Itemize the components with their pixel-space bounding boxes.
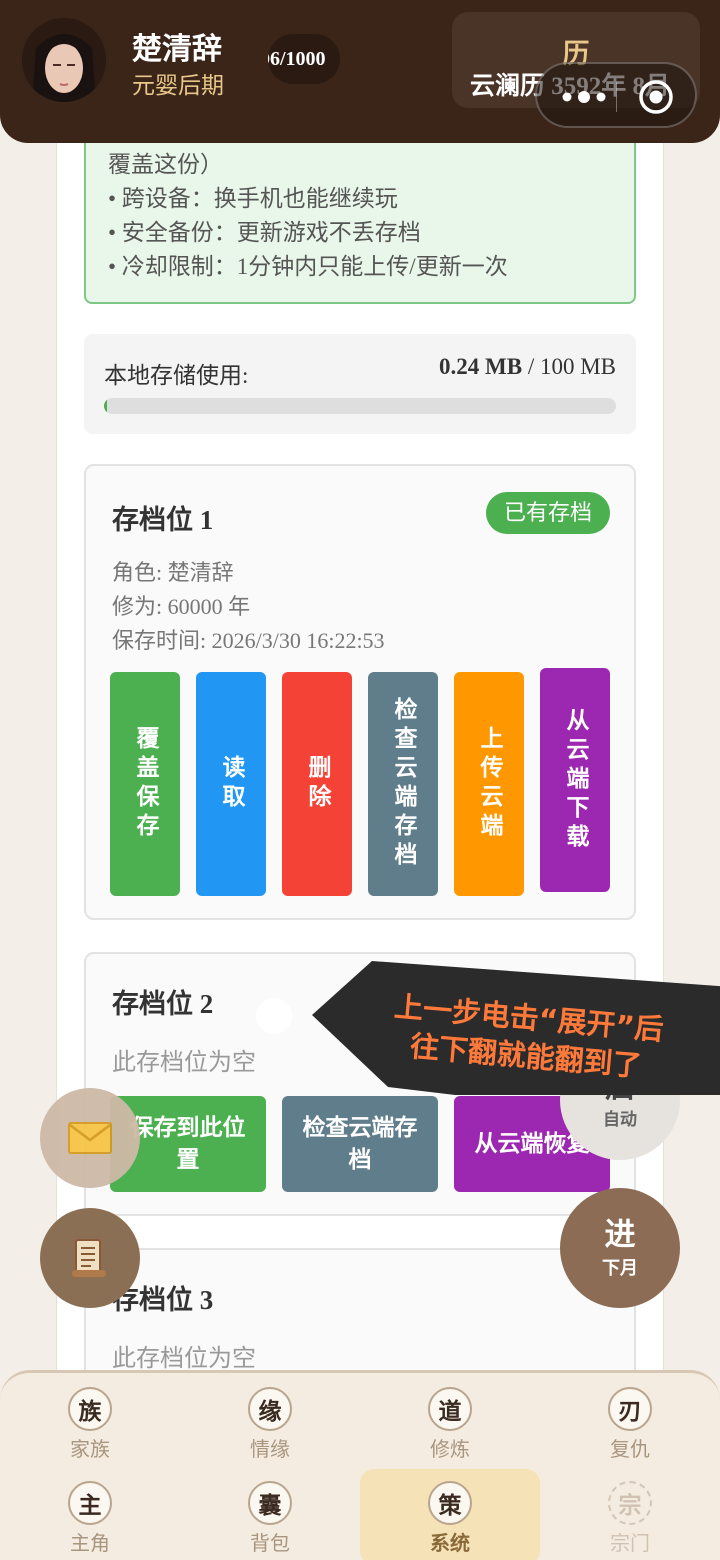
delete-button[interactable]: 删除 (282, 672, 352, 896)
upload-cloud-button[interactable]: 上传云端 (454, 672, 524, 896)
storage-progress-fill (104, 398, 108, 414)
nav-item-bag[interactable]: 囊 背包 (210, 1481, 330, 1560)
avatar-portrait (22, 18, 106, 102)
bottom-nav: 族 家族 缘 情缘 道 修炼 刃 复仇 主 主角 囊 背包 策 系统 宗 宗门 (0, 1370, 720, 1560)
nav-label: 主角 (70, 1533, 110, 1555)
nav-icon: 宗 (608, 1481, 652, 1525)
storage-used: 0.24 MB (439, 354, 523, 379)
scroll-button[interactable] (40, 1208, 140, 1308)
load-button[interactable]: 读取 (196, 672, 266, 896)
check-cloud-save-button[interactable]: 检查云端存档 (368, 672, 438, 896)
nav-icon: 囊 (248, 1481, 292, 1525)
capsule-divider (616, 82, 617, 112)
next-month-label: 下月 (602, 1258, 638, 1278)
storage-separator: / (522, 354, 540, 379)
nav-icon: 族 (68, 1387, 112, 1431)
save-slot-1: 存档位 1 已有存档 角色: 楚清辞 修为: 60000 年 保存时间: 202… (84, 464, 636, 920)
notice-line: • 跨设备：换手机也能继续玩 (108, 186, 398, 211)
nav-label: 宗门 (610, 1533, 650, 1555)
character-name: 楚清辞 (132, 33, 222, 66)
check-cloud-save-button[interactable]: 检查云端存档 (282, 1096, 438, 1192)
top-header: 楚清辞 元婴后期 06/1000 历 云澜历 3592年 8月 (0, 0, 720, 143)
scroll-icon (72, 1239, 106, 1277)
notice-line: • 冷却限制：1分钟内只能上传/更新一次 (108, 254, 508, 279)
cloud-save-notice: 覆盖这份） • 跨设备：换手机也能继续玩 • 安全备份：更新游戏不丢存档 • 冷… (84, 120, 636, 304)
slot-character: 角色: 楚清辞 (112, 560, 234, 585)
nav-icon: 刃 (608, 1387, 652, 1431)
overwrite-save-button[interactable]: 覆盖保存 (110, 672, 180, 896)
mail-icon (68, 1122, 112, 1154)
nav-item-cultivation[interactable]: 道 修炼 (390, 1387, 510, 1475)
nav-item-sect[interactable]: 宗 宗门 (570, 1481, 690, 1560)
nav-icon: 主 (68, 1481, 112, 1525)
touch-indicator (256, 998, 292, 1034)
storage-usage: 本地存储使用: 0.24 MB / 100 MB (84, 334, 636, 434)
slot-empty-text: 此存档位为空 (112, 1346, 256, 1372)
download-cloud-button[interactable]: 从云端下载 (540, 668, 610, 892)
nav-label: 修炼 (430, 1439, 470, 1461)
storage-total: 100 MB (539, 354, 616, 379)
slot-empty-text: 此存档位为空 (112, 1050, 256, 1076)
notice-line: • 安全备份：更新游戏不丢存档 (108, 220, 421, 245)
nav-label: 背包 (250, 1533, 290, 1555)
auto-start-label: 自动 (603, 1109, 637, 1129)
slot-title: 存档位 2 (112, 989, 214, 1019)
slot-cultivation: 修为: 60000 年 (112, 594, 251, 619)
next-month-button[interactable]: 进 下月 (560, 1188, 680, 1308)
nav-label: 复仇 (610, 1439, 650, 1461)
progress-text: 06/1000 (268, 48, 326, 70)
nav-item-system[interactable]: 策 系统 (360, 1469, 540, 1560)
progress-counter: 06/1000 (268, 34, 340, 84)
more-dots-icon[interactable] (559, 82, 609, 112)
mail-button[interactable] (40, 1088, 140, 1188)
miniprogram-capsule (535, 62, 697, 128)
nav-icon: 道 (428, 1387, 472, 1431)
next-month-glyph: 进 (604, 1217, 636, 1252)
notice-line: 覆盖这份） (108, 152, 223, 177)
nav-item-protagonist[interactable]: 主 主角 (30, 1481, 150, 1560)
guide-tooltip: 上一步电击“展开”后 往下翻就能翻到了 (312, 955, 720, 1095)
status-badge: 已有存档 (485, 492, 610, 534)
nav-label: 情缘 (250, 1439, 290, 1461)
nav-icon: 缘 (248, 1387, 292, 1431)
storage-usage-value: 0.24 MB / 100 MB (439, 354, 616, 380)
nav-label: 家族 (70, 1439, 110, 1461)
nav-icon: 策 (428, 1481, 472, 1525)
target-icon[interactable] (637, 78, 675, 116)
slot-title: 存档位 1 (112, 505, 214, 535)
avatar[interactable] (22, 18, 106, 102)
storage-label: 本地存储使用: (104, 363, 249, 388)
nav-item-family[interactable]: 族 家族 (30, 1387, 150, 1475)
character-realm: 元婴后期 (132, 73, 224, 98)
nav-item-revenge[interactable]: 刃 复仇 (570, 1387, 690, 1475)
nav-item-romance[interactable]: 缘 情缘 (210, 1387, 330, 1475)
slot-saved-time: 保存时间: 2026/3/30 16:22:53 (112, 628, 385, 653)
nav-label: 系统 (430, 1533, 470, 1555)
storage-progress-bar (104, 398, 616, 414)
